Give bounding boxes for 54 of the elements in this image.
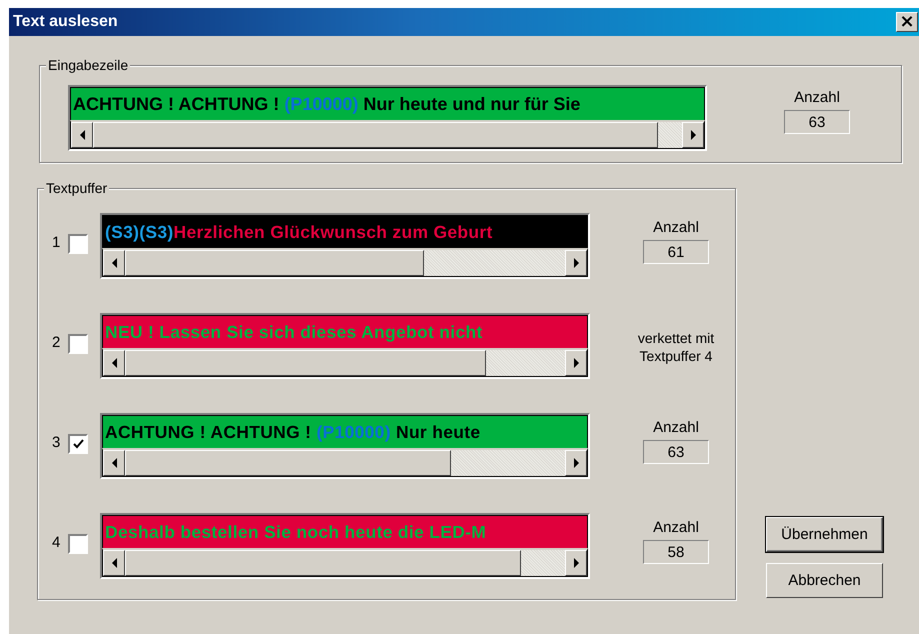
buffer-number: 2 — [52, 334, 62, 351]
scroll-thumb[interactable] — [125, 350, 486, 376]
count-label: Anzahl — [794, 89, 840, 106]
display-text: (P10000) — [284, 94, 358, 114]
display-text: Nur heute und nur für Sie — [362, 94, 580, 114]
scroll-left-button[interactable] — [103, 550, 125, 576]
scrollbar[interactable] — [102, 248, 588, 277]
checkbox[interactable] — [68, 234, 88, 254]
scroll-left-button[interactable] — [71, 122, 93, 148]
count-field: 58 — [643, 540, 709, 564]
scrollbar[interactable] — [102, 548, 588, 577]
buffer-number: 1 — [52, 234, 62, 251]
window-title: Text auslesen — [13, 13, 118, 31]
checkbox[interactable] — [68, 434, 88, 454]
scrollbar[interactable] — [102, 348, 588, 377]
display-text: Deshalb bestellen Sie noch heute die LED-M — [105, 522, 486, 542]
buffer-number: 3 — [52, 434, 62, 451]
count-label: Anzahl — [653, 219, 699, 236]
display-text: ACHTUNG ! ACHTUNG ! — [105, 422, 312, 442]
scroll-left-button[interactable] — [103, 450, 125, 476]
scroll-thumb[interactable] — [125, 250, 424, 276]
scrollbar[interactable] — [102, 448, 588, 477]
count-field: 63 — [643, 440, 709, 464]
display-text: NEU ! Lassen Sie sich dieses Angebot nicht — [105, 322, 483, 342]
display-text: ACHTUNG ! ACHTUNG ! — [73, 94, 280, 114]
scrollbar[interactable] — [70, 120, 705, 149]
checkbox[interactable] — [68, 534, 88, 554]
display-text: (P10000) — [316, 422, 391, 442]
scroll-left-button[interactable] — [103, 350, 125, 376]
close-button[interactable]: × — [896, 12, 918, 32]
scroll-right-button[interactable] — [682, 122, 704, 148]
check-icon — [72, 439, 84, 449]
group-title: Textpuffer — [44, 180, 110, 196]
scroll-right-button[interactable] — [565, 550, 587, 576]
apply-button[interactable]: Übernehmen — [766, 517, 883, 552]
scroll-thumb[interactable] — [125, 450, 451, 476]
count-field: 63 — [784, 110, 850, 134]
count-field: 61 — [643, 240, 709, 264]
scroll-right-button[interactable] — [565, 450, 587, 476]
display-text: Nur heute — [395, 422, 480, 442]
scroll-right-button[interactable] — [565, 350, 587, 376]
display-text: Herzlichen Glückwunsch zum Geburt — [174, 222, 493, 242]
display-text: (S3)(S3) — [105, 222, 174, 242]
scroll-right-button[interactable] — [565, 250, 587, 276]
checkbox[interactable] — [68, 334, 88, 354]
scroll-left-button[interactable] — [103, 250, 125, 276]
buffer-number: 4 — [52, 534, 62, 551]
scroll-thumb[interactable] — [125, 550, 521, 576]
count-label: Anzahl — [653, 419, 699, 436]
group-title: Eingabezeile — [46, 57, 130, 73]
scroll-thumb[interactable] — [93, 122, 658, 148]
cancel-button[interactable]: Abbrechen — [766, 563, 883, 598]
chain-note: verkettet mit Textpuffer 4 — [636, 329, 716, 365]
count-label: Anzahl — [653, 519, 699, 536]
